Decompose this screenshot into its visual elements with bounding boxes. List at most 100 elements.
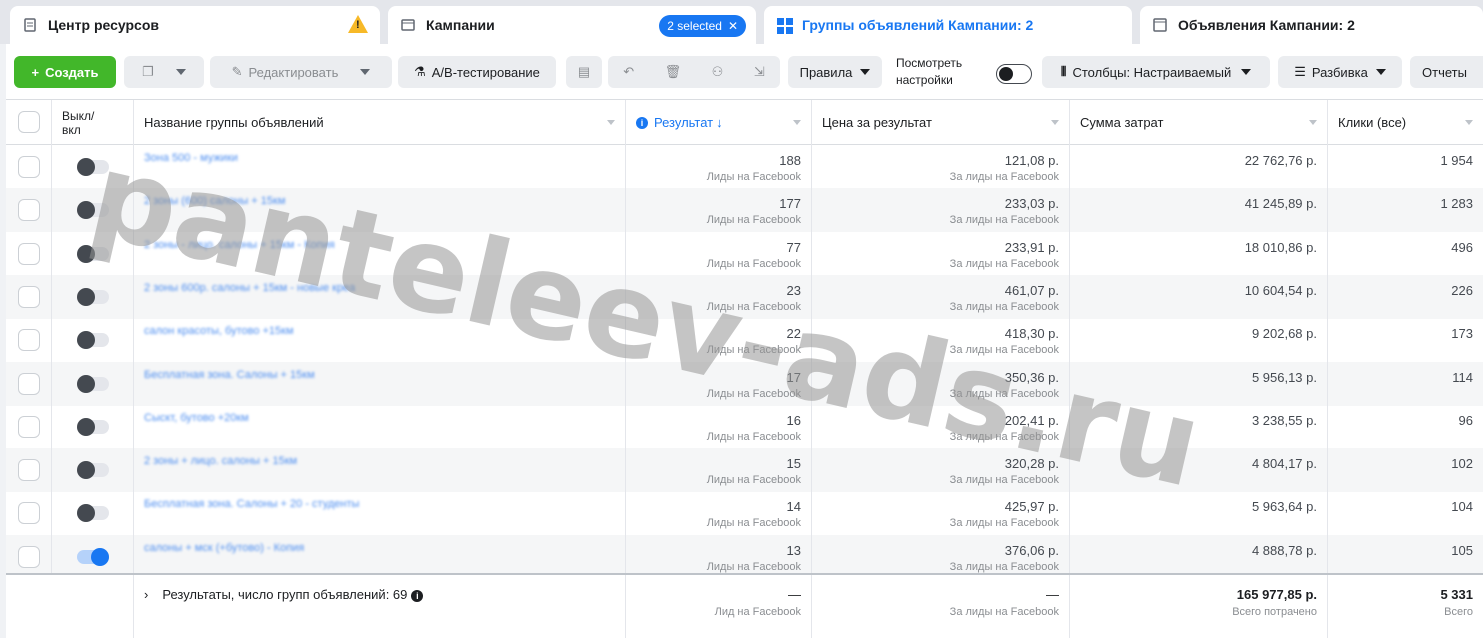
result-value: 177 <box>779 196 801 212</box>
chevron-down-icon <box>1375 69 1386 75</box>
row-checkbox[interactable] <box>18 329 40 352</box>
ad-set-name-link[interactable]: 2 зоны + лицо. салоны + 15км <box>144 455 297 467</box>
row-checkbox[interactable] <box>18 415 40 438</box>
ad-set-name-link[interactable]: Сыскт, бутово +20км <box>144 412 249 424</box>
ad-set-name-link[interactable]: Бесплатная зона. Салоны + 15км <box>144 369 315 381</box>
table-row[interactable]: Бесплатная зона. Салоны + 15км 17 Лиды на … <box>6 361 1483 406</box>
footer-label: › Результаты, число групп объявлений: 69 i <box>144 587 429 602</box>
duplicate-button[interactable]: ❐ <box>124 56 204 88</box>
row-name-cell: Бесплатная зона. Салоны + 15км <box>134 361 626 406</box>
tab-ad-sets[interactable]: Группы объявлений Кампании: 2 <box>764 6 1132 44</box>
footer-result-sub: Лид на Facebook <box>714 606 801 618</box>
spent-value: 4 888,78 р. <box>1251 542 1317 558</box>
row-select-cell <box>6 188 52 233</box>
tab-resource-center[interactable]: Центр ресурсов <box>10 6 380 44</box>
ad-set-name-link[interactable]: салон красоты, бутово +15км <box>144 325 294 337</box>
row-result-cell: 177 Лиды на Facebook <box>626 188 812 233</box>
footer-spent: 165 977,85 р. Всего потрачено <box>1070 575 1328 638</box>
row-toggle[interactable] <box>77 504 109 523</box>
row-toggle[interactable] <box>77 331 109 350</box>
duplicate-icon: ❐ <box>142 64 154 79</box>
row-toggle[interactable] <box>77 461 109 480</box>
row-toggle[interactable] <box>77 158 109 176</box>
table-row[interactable]: 2 зоны (600) салоны + 15км 177 Лиды на Fac… <box>6 188 1483 233</box>
reports-button[interactable]: Отчеты <box>1410 56 1483 88</box>
row-cost-cell: 461,07 р. За лиды на Facebook <box>812 274 1070 319</box>
info-icon: i <box>636 116 648 129</box>
row-checkbox[interactable] <box>18 199 40 222</box>
row-toggle[interactable] <box>77 417 109 436</box>
row-checkbox[interactable] <box>18 459 40 482</box>
table-row[interactable]: Бесплатная зона. Салоны + 20 - студенты 1… <box>6 491 1483 536</box>
select-all-checkbox[interactable] <box>18 111 40 133</box>
spent-header[interactable]: Сумма затрат <box>1070 100 1328 145</box>
ab-test-button[interactable]: ⚗ A/B-тестирование <box>398 56 556 88</box>
table-row[interactable]: Сыскт, бутово +20км 16 Лиды на Facebook 202… <box>6 404 1483 449</box>
ad-set-name-link[interactable]: салоны + мск (+бутово) - Копия <box>144 542 304 554</box>
breakdown-button[interactable]: ☰ Разбивка <box>1278 56 1402 88</box>
row-checkbox[interactable] <box>18 285 40 308</box>
row-checkbox[interactable] <box>18 372 40 395</box>
sort-desc-icon: ↓ <box>716 115 723 130</box>
undo-icon[interactable]: ↶ <box>623 64 634 80</box>
row-toggle[interactable] <box>77 201 109 220</box>
cost-value: 320,28 р. <box>1004 456 1059 472</box>
columns-label: Столбцы: Настраиваемый <box>1072 64 1232 80</box>
row-toggle[interactable] <box>77 287 109 306</box>
table-row[interactable]: 2 зоны + лицо. салоны + 15км 15 Лиды на Fa… <box>6 448 1483 493</box>
row-clicks-cell: 1 954 <box>1328 145 1483 189</box>
table-row[interactable]: 2 зоны - лицо. салоны + 15км - Копия 77 Ли… <box>6 231 1483 276</box>
export-icon[interactable]: ⇲ <box>754 64 765 80</box>
table-row[interactable]: Зона 500 - мужики 188 Лиды на Facebook 121,… <box>6 145 1483 189</box>
name-header[interactable]: Название группы объявлений <box>134 100 626 145</box>
row-toggle-cell <box>52 448 134 493</box>
columns-button[interactable]: ⦀ Столбцы: Настраиваемый <box>1042 56 1270 88</box>
tab-bar: Центр ресурсов Кампании 2 selected ✕ Гру… <box>0 0 1483 44</box>
clipboard-button[interactable]: ▤ <box>566 56 602 88</box>
result-sub: Лиды на Facebook <box>706 300 801 313</box>
ad-set-name-link[interactable]: 2 зоны 600р. салоны + 15км - новые креа <box>144 282 355 294</box>
row-cost-cell: 350,36 р. За лиды на Facebook <box>812 361 1070 406</box>
row-checkbox[interactable] <box>18 545 40 568</box>
cost-value: 233,91 р. <box>1004 239 1059 255</box>
row-name-cell: 2 зоны (600) салоны + 15км <box>134 188 626 233</box>
row-clicks-cell: 1 283 <box>1328 188 1483 232</box>
rules-button[interactable]: Правила <box>788 56 882 88</box>
edit-button[interactable]: ✎ Редактировать <box>210 56 392 88</box>
row-toggle[interactable] <box>77 374 109 393</box>
cost-header[interactable]: Цена за результат <box>812 100 1070 145</box>
clicks-value: 496 <box>1451 239 1473 255</box>
tab-campaigns[interactable]: Кампании 2 selected ✕ <box>388 6 756 44</box>
clicks-header[interactable]: Клики (все) <box>1328 100 1483 145</box>
footer-clicks-sub: Всего <box>1444 606 1473 618</box>
row-toggle[interactable] <box>77 244 109 263</box>
ad-set-name-link[interactable]: 2 зоны (600) салоны + 15км <box>144 195 285 207</box>
row-toggle[interactable] <box>77 547 109 566</box>
trash-icon[interactable]: 🗑 <box>665 64 682 80</box>
row-checkbox[interactable] <box>18 242 40 265</box>
tab-ads[interactable]: Объявления Кампании: 2 <box>1140 6 1483 44</box>
close-icon[interactable]: ✕ <box>728 19 738 33</box>
ad-set-name-link[interactable]: Бесплатная зона. Салоны + 20 - студенты <box>144 498 359 510</box>
clicks-value: 105 <box>1451 542 1473 558</box>
footer-label-cell[interactable]: › Результаты, число групп объявлений: 69 i <box>134 575 626 638</box>
audience-icon[interactable]: ⚇ <box>712 64 724 80</box>
result-header-label: Результат <box>654 115 714 130</box>
row-toggle-cell <box>52 231 134 276</box>
row-checkbox[interactable] <box>18 502 40 525</box>
row-checkbox[interactable] <box>18 156 40 178</box>
ad-set-name-link[interactable]: 2 зоны - лицо. салоны + 15км - Копия <box>144 239 335 251</box>
result-header[interactable]: i Результат ↓ <box>626 100 812 145</box>
ad-set-name-link[interactable]: Зона 500 - мужики <box>144 152 238 164</box>
table-row[interactable]: салон красоты, бутово +15км 22 Лиды на Fac… <box>6 318 1483 363</box>
row-clicks-cell: 114 <box>1328 362 1483 406</box>
row-name-cell: 2 зоны - лицо. салоны + 15км - Копия <box>134 231 626 276</box>
view-settings-toggle[interactable] <box>996 64 1032 84</box>
row-result-cell: 14 Лиды на Facebook <box>626 491 812 536</box>
row-cost-cell: 425,97 р. За лиды на Facebook <box>812 491 1070 536</box>
table-row[interactable]: 2 зоны 600р. салоны + 15км - новые креа 2… <box>6 274 1483 319</box>
create-button[interactable]: + Создать <box>14 56 116 88</box>
selected-pill[interactable]: 2 selected ✕ <box>659 15 746 37</box>
spent-value: 9 202,68 р. <box>1251 326 1317 342</box>
row-name-cell: 2 зоны 600р. салоны + 15км - новые креа <box>134 274 626 319</box>
